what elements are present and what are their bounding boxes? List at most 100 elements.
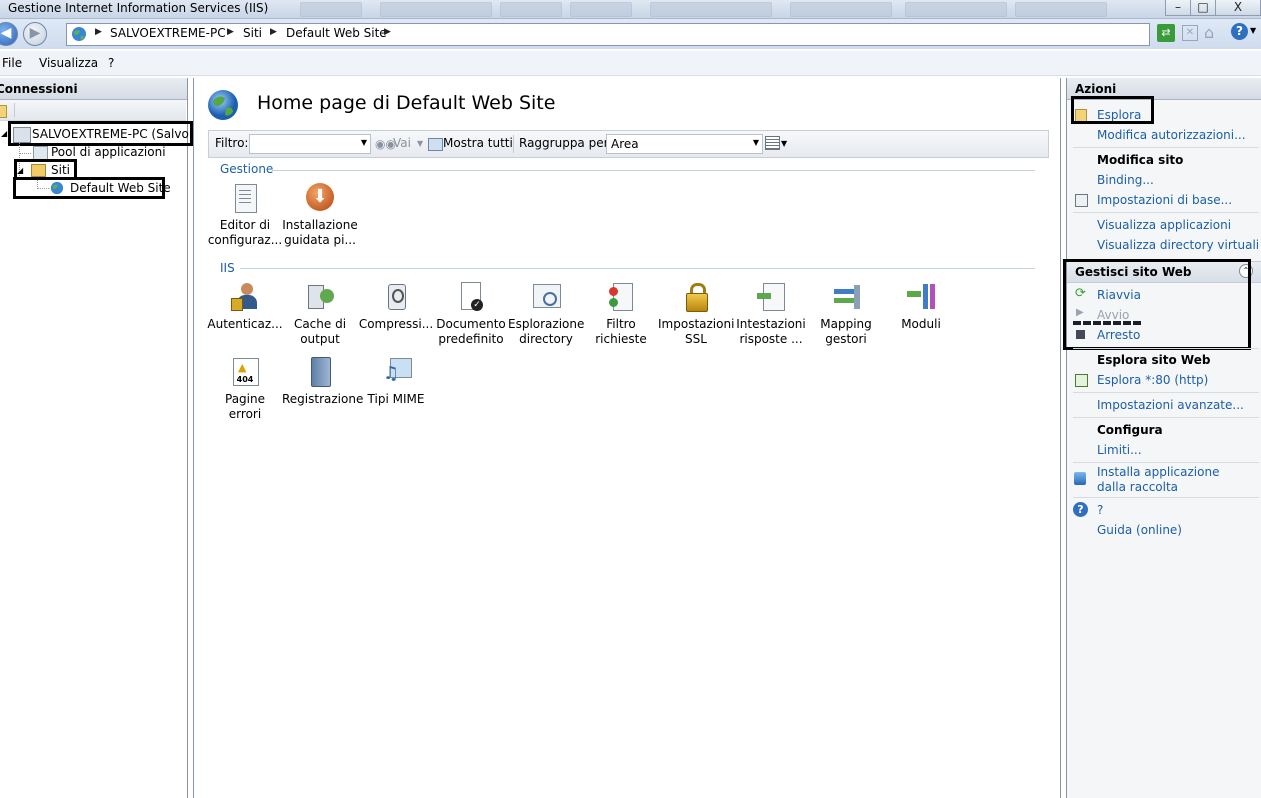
action-online-help[interactable]: Guida (online) [1097,523,1182,537]
feature-label: Registrazione [282,392,364,406]
feature-label: Cache di output [293,317,347,346]
settings-icon [1075,194,1088,207]
configure-header: Configura [1097,423,1163,437]
feature-directory-browsing[interactable]: Esplorazione directory [508,281,584,347]
feature-handler-mappings[interactable]: Mapping gestori [808,281,884,347]
feature-install-wizard[interactable]: ⬇ Installazione guidata pi... [282,182,358,248]
actions-title: Azioni [1075,82,1117,96]
group-divider [272,170,1035,171]
help-icon[interactable]: ? [1231,23,1248,40]
action-install-app[interactable]: Installa applicazione dalla raccolta [1097,465,1247,495]
filter-input[interactable]: ▼ [249,134,371,154]
feature-label: Mapping gestori [820,317,872,346]
feature-error-pages[interactable]: ▲ 404 Pagine errori [207,356,283,422]
chevron-down-icon[interactable]: ▼ [417,139,423,148]
home-icon[interactable]: ⌂ [1204,23,1214,42]
view-mode-icon[interactable] [765,136,780,150]
filter-label: Filtro: [215,136,249,150]
feature-logging[interactable]: Registrazione [282,356,363,407]
action-advanced-settings[interactable]: Impostazioni avanzate... [1097,398,1244,412]
response-headers-icon [755,281,787,313]
feature-label: Tipi MIME [367,392,425,406]
feature-config-editor[interactable]: Editor di configuraz... [207,182,283,248]
breadcrumb-separator-icon: ▶ [227,27,234,37]
feature-label: Intestazioni risposte ... [736,317,806,346]
mime-types-icon: ♫ [380,356,412,388]
modules-icon [905,281,937,313]
action-view-apps[interactable]: Visualizza applicazioni [1097,218,1231,232]
breadcrumb-site[interactable]: Default Web Site [286,26,387,40]
globe-icon [208,90,238,120]
directory-browsing-icon [530,281,562,313]
action-edit-permissions[interactable]: Modifica autorizzazioni... [1097,128,1246,142]
highlight-box [1071,96,1154,124]
tree-collapse-icon[interactable]: ◢ [1,129,7,138]
feature-mime-types[interactable]: ♫ Tipi MIME [358,356,434,407]
action-help[interactable]: ? [1097,503,1103,517]
feature-ssl-settings[interactable]: Impostazioni SSL [658,281,734,347]
toolbar-divider [14,103,15,117]
action-browse-80[interactable]: Esplora *:80 (http) [1097,373,1208,387]
breadcrumb-separator-icon: ▶ [270,27,277,37]
tree-connector [19,153,31,154]
address-bar[interactable]: ▶ SALVOEXTREME-PC ▶ Siti ▶ Default Web S… [66,23,1150,46]
feature-compression[interactable]: Compressi... [358,281,434,332]
show-all-button[interactable]: Mostra tutti [443,136,513,150]
edit-site-header: Modifica sito [1097,153,1184,167]
error-pages-icon: ▲ 404 [229,356,261,388]
folder-icon[interactable] [0,105,7,118]
feature-response-headers[interactable]: Intestazioni risposte ... [733,281,809,347]
toolbar-divider [513,135,514,153]
action-view-vdirs[interactable]: Visualizza directory virtuali [1097,238,1259,252]
go-button[interactable]: Vai [393,136,411,150]
help-icon: ? [1073,502,1088,517]
globe-icon [72,27,86,41]
group-by-select[interactable]: Area ▼ [606,134,763,154]
chevron-down-icon[interactable]: ▼ [781,139,787,148]
action-binding[interactable]: Binding... [1097,173,1154,187]
window-title: Gestione Internet Information Services (… [8,1,269,15]
refresh-icon[interactable]: ⇄ [1157,24,1175,42]
feature-label: Moduli [901,317,941,331]
ssl-lock-icon [680,281,712,313]
feature-label: Installazione guidata pi... [282,218,358,247]
feature-authentication[interactable]: Autenticaz... [207,281,283,332]
authentication-icon [229,281,261,313]
close-button[interactable]: X [1215,0,1261,16]
action-divider [1073,462,1259,463]
action-limits[interactable]: Limiti... [1097,443,1142,457]
menu-file[interactable]: File [2,56,22,70]
background-tab [380,2,492,17]
title-bar: Gestione Internet Information Services (… [0,0,1261,19]
stop-icon[interactable]: ✕ [1182,25,1198,41]
group-gestione-label: Gestione [220,162,274,176]
error-code-badge: 404 [236,375,254,384]
feature-output-cache[interactable]: Cache di output [282,281,358,347]
breadcrumb-sites[interactable]: Siti [243,26,262,40]
page-title: Home page di Default Web Site [257,92,556,114]
feature-modules[interactable]: Moduli [883,281,959,332]
background-tab [790,2,892,17]
chevron-down-icon[interactable]: ▼ [1250,26,1256,35]
back-button[interactable]: ◀ [0,22,18,46]
back-arrow-icon: ◀ [0,25,12,41]
minimize-button[interactable]: – [1165,0,1191,16]
forward-button[interactable]: ▶ [23,22,47,46]
background-tab [1015,2,1107,17]
tree-app-pools[interactable]: Pool di applicazioni [51,145,166,159]
feature-request-filter[interactable]: Filtro richieste [583,281,659,347]
group-divider [240,268,1035,269]
feature-default-document[interactable]: ✓ Documento predefinito [433,281,509,347]
breadcrumb-server[interactable]: SALVOEXTREME-PC [110,26,226,40]
maximize-button[interactable]: □ [1190,0,1216,16]
highlight-box [8,121,193,146]
install-download-icon: ⬇ [304,182,336,214]
action-basic-settings[interactable]: Impostazioni di base... [1097,193,1232,207]
background-tab [570,2,632,17]
feature-label: Autenticaz... [207,317,283,331]
action-divider [1073,392,1259,393]
menu-help[interactable]: ? [108,56,114,70]
background-tab [500,2,562,17]
menu-view[interactable]: Visualizza [39,56,98,70]
group-by-value: Area [611,137,639,151]
